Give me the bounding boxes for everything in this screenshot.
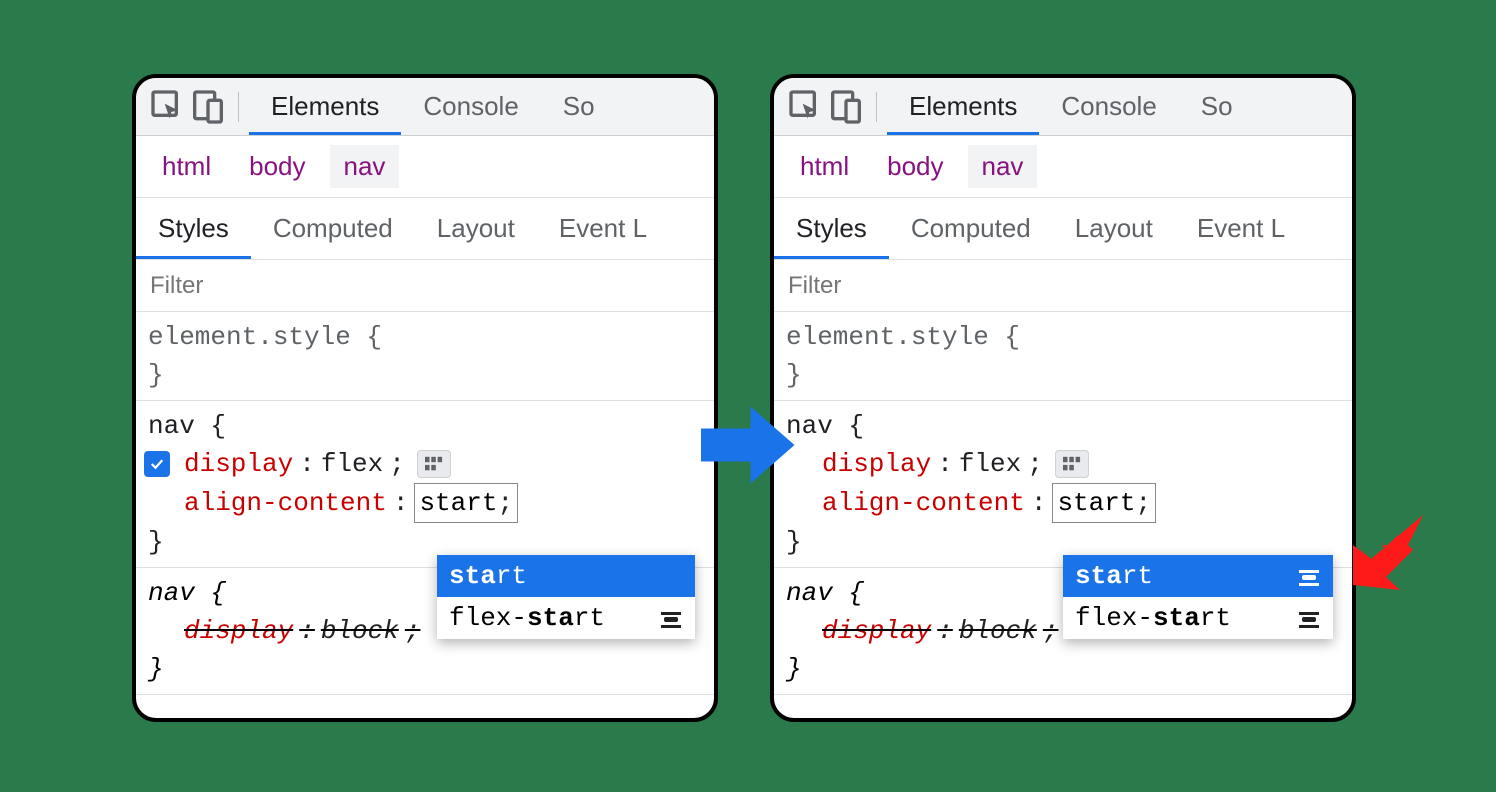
main-tabs: Elements Console So bbox=[249, 78, 617, 135]
align-icon bbox=[1297, 608, 1321, 628]
transition-arrow-icon bbox=[690, 390, 800, 505]
crumb-html[interactable]: html bbox=[786, 145, 863, 188]
crumb-nav[interactable]: nav bbox=[330, 145, 400, 188]
autocomplete-item-flex-start[interactable]: flex-start bbox=[1063, 597, 1333, 639]
flex-editor-icon[interactable] bbox=[417, 450, 451, 478]
selector-element-style: element.style { bbox=[786, 318, 1340, 356]
subtab-layout[interactable]: Layout bbox=[415, 198, 537, 259]
close-brace: } bbox=[148, 356, 702, 394]
filter-input[interactable] bbox=[774, 260, 1352, 311]
align-icon bbox=[1297, 566, 1321, 586]
subtab-computed[interactable]: Computed bbox=[889, 198, 1053, 259]
autocomplete-popup: start flex-start bbox=[437, 555, 695, 639]
rule-element-style[interactable]: element.style { } bbox=[774, 312, 1352, 401]
close-brace: } bbox=[148, 650, 702, 688]
rule-nav[interactable]: nav { display: flex; align-content: star… bbox=[774, 401, 1352, 568]
main-tabs: Elements Console So bbox=[887, 78, 1255, 135]
prop-toggle-checkbox[interactable] bbox=[144, 451, 170, 477]
main-toolbar: Elements Console So bbox=[774, 78, 1352, 136]
prop-name-align-content: align-content bbox=[822, 484, 1025, 522]
prop-value-display[interactable]: flex bbox=[321, 445, 383, 483]
prop-value-align-content[interactable]: start; bbox=[1052, 483, 1156, 523]
autocomplete-item-start[interactable]: start bbox=[437, 555, 695, 597]
styles-filter bbox=[136, 260, 714, 312]
align-icon bbox=[659, 608, 683, 628]
toolbar-divider bbox=[238, 92, 239, 122]
prop-display[interactable]: display: flex; bbox=[786, 445, 1340, 483]
crumb-html[interactable]: html bbox=[148, 145, 225, 188]
autocomplete-item-start[interactable]: start bbox=[1063, 555, 1333, 597]
crumb-body[interactable]: body bbox=[235, 145, 319, 188]
close-brace: } bbox=[786, 650, 1340, 688]
prop-name-display: display bbox=[822, 445, 931, 483]
prop-align-content[interactable]: align-content: start; bbox=[148, 483, 702, 523]
subtab-styles[interactable]: Styles bbox=[774, 198, 889, 259]
inspect-icon[interactable] bbox=[786, 87, 826, 127]
inspect-icon[interactable] bbox=[148, 87, 188, 127]
device-toggle-icon[interactable] bbox=[188, 87, 228, 127]
breadcrumb: html body nav bbox=[774, 136, 1352, 198]
filter-input[interactable] bbox=[136, 260, 714, 311]
prop-display[interactable]: display: flex; bbox=[148, 445, 702, 483]
prop-value-align-content[interactable]: start; bbox=[414, 483, 518, 523]
subtab-layout[interactable]: Layout bbox=[1053, 198, 1175, 259]
breadcrumb: html body nav bbox=[136, 136, 714, 198]
selector-element-style: element.style { bbox=[148, 318, 702, 356]
main-toolbar: Elements Console So bbox=[136, 78, 714, 136]
prop-align-content[interactable]: align-content: start; bbox=[786, 483, 1340, 523]
devtools-panel-before: Elements Console So html body nav Styles… bbox=[132, 74, 718, 722]
prop-value-display[interactable]: flex bbox=[959, 445, 1021, 483]
autocomplete-item-flex-start[interactable]: flex-start bbox=[437, 597, 695, 639]
rule-nav[interactable]: nav { display: flex; align-content: star… bbox=[136, 401, 714, 568]
autocomplete-popup: start flex-start bbox=[1063, 555, 1333, 639]
devtools-panel-after: Elements Console So html body nav Styles… bbox=[770, 74, 1356, 722]
subtab-computed[interactable]: Computed bbox=[251, 198, 415, 259]
device-toggle-icon[interactable] bbox=[826, 87, 866, 127]
tab-console[interactable]: Console bbox=[401, 78, 540, 135]
tab-elements[interactable]: Elements bbox=[249, 78, 401, 135]
rule-element-style[interactable]: element.style { } bbox=[136, 312, 714, 401]
subtab-eventlisteners[interactable]: Event L bbox=[537, 198, 669, 259]
styles-subtabs: Styles Computed Layout Event L bbox=[774, 198, 1352, 260]
subtab-eventlisteners[interactable]: Event L bbox=[1175, 198, 1307, 259]
styles-filter bbox=[774, 260, 1352, 312]
tab-sources[interactable]: So bbox=[541, 78, 617, 135]
subtab-styles[interactable]: Styles bbox=[136, 198, 251, 259]
crumb-nav[interactable]: nav bbox=[968, 145, 1038, 188]
flex-editor-icon[interactable] bbox=[1055, 450, 1089, 478]
prop-name-display: display bbox=[184, 445, 293, 483]
toolbar-divider bbox=[876, 92, 877, 122]
tab-elements[interactable]: Elements bbox=[887, 78, 1039, 135]
selector-nav: nav { bbox=[786, 407, 1340, 445]
tab-console[interactable]: Console bbox=[1039, 78, 1178, 135]
tab-sources[interactable]: So bbox=[1179, 78, 1255, 135]
callout-arrow-icon bbox=[1338, 500, 1438, 605]
close-brace: } bbox=[786, 356, 1340, 394]
selector-nav: nav { bbox=[148, 407, 702, 445]
prop-name-align-content: align-content bbox=[184, 484, 387, 522]
styles-subtabs: Styles Computed Layout Event L bbox=[136, 198, 714, 260]
crumb-body[interactable]: body bbox=[873, 145, 957, 188]
